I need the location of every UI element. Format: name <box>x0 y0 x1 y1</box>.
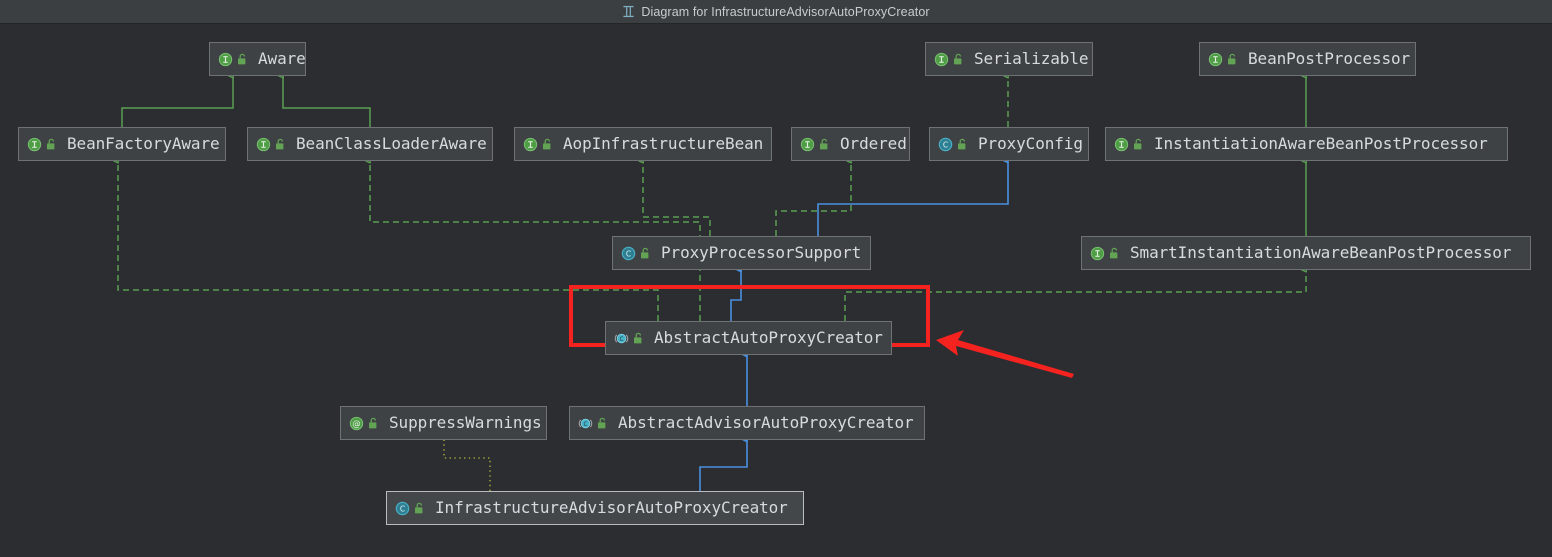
abstract-class-icon: C <box>578 416 593 431</box>
node-smartinstantiationawarebeanpostprocessor[interactable]: SmartInstantiationAwareBeanPostProcessor <box>1081 236 1531 270</box>
svg-text:C: C <box>400 504 405 513</box>
interface-icon <box>1114 137 1129 152</box>
svg-text:C: C <box>583 422 587 428</box>
node-abstractautoproxycreator[interactable]: C AbstractAutoProxyCreator <box>605 321 892 355</box>
public-lock-icon <box>596 417 608 430</box>
node-beanfactoryaware[interactable]: BeanFactoryAware <box>18 127 226 161</box>
edge-beanclassloaderaware-to-aware <box>283 73 371 127</box>
svg-text:@: @ <box>352 418 360 428</box>
node-icons: C <box>938 137 968 152</box>
interface-icon <box>934 52 949 67</box>
class-icon: C <box>395 501 410 516</box>
node-aware[interactable]: Aware <box>209 42 306 76</box>
node-icons: C <box>578 416 608 431</box>
node-icons <box>256 137 286 152</box>
node-label: AbstractAdvisorAutoProxyCreator <box>618 413 914 432</box>
public-lock-icon <box>413 502 425 515</box>
edge-pps-to-proxyconfig <box>817 158 1009 236</box>
public-lock-icon <box>1108 247 1120 260</box>
node-icons <box>1090 246 1120 261</box>
class-icon: C <box>621 246 636 261</box>
node-proxyprocessorsupport[interactable]: C ProxyProcessorSupport <box>612 236 871 270</box>
node-serializable[interactable]: Serializable <box>925 42 1093 76</box>
interface-icon <box>27 137 42 152</box>
node-instantiationawarebeanpostprocessor[interactable]: InstantiationAwareBeanPostProcessor <box>1105 127 1508 161</box>
edge-pps-to-aopinfrastructurebean <box>643 158 711 236</box>
node-label: AbstractAutoProxyCreator <box>654 328 883 347</box>
node-icons: C <box>614 331 644 346</box>
edge-beanfactoryaware-to-aware <box>121 73 233 127</box>
public-lock-icon <box>45 138 57 151</box>
public-lock-icon <box>818 138 830 151</box>
node-proxyconfig[interactable]: C ProxyConfig <box>929 127 1089 161</box>
class-icon: C <box>938 137 953 152</box>
abstract-class-icon: C <box>614 331 629 346</box>
public-lock-icon <box>952 53 964 66</box>
svg-text:C: C <box>626 249 631 258</box>
node-label: SmartInstantiationAwareBeanPostProcessor <box>1130 243 1512 262</box>
node-icons <box>1114 137 1144 152</box>
public-lock-icon <box>541 138 553 151</box>
window-title: Diagram for InfrastructureAdvisorAutoPro… <box>641 4 930 19</box>
edge-iaapc-to-aaapc <box>699 437 748 491</box>
public-lock-icon <box>274 138 286 151</box>
public-lock-icon <box>1132 138 1144 151</box>
node-label: ProxyProcessorSupport <box>661 243 862 262</box>
node-label: BeanPostProcessor <box>1248 49 1411 68</box>
node-ordered[interactable]: Ordered <box>791 127 910 161</box>
public-lock-icon <box>632 332 644 345</box>
interface-icon <box>1208 52 1223 67</box>
interface-icon <box>218 52 233 67</box>
edge-pps-to-ordered <box>775 158 851 236</box>
node-icons <box>523 137 553 152</box>
window-titlebar: Diagram for InfrastructureAdvisorAutoPro… <box>0 0 1552 24</box>
edge-iaapc-to-suppresswarnings <box>443 437 491 491</box>
node-abstractadvisorautoproxycreator[interactable]: C AbstractAdvisorAutoProxyCreator <box>569 406 925 440</box>
node-label: Serializable <box>974 49 1089 68</box>
node-icons <box>218 52 248 67</box>
public-lock-icon <box>367 417 379 430</box>
node-label: AopInfrastructureBean <box>563 134 764 153</box>
node-label: InstantiationAwareBeanPostProcessor <box>1154 134 1488 153</box>
public-lock-icon <box>956 138 968 151</box>
node-label: ProxyConfig <box>978 134 1083 153</box>
node-icons: C <box>395 501 425 516</box>
public-lock-icon <box>639 247 651 260</box>
node-label: BeanFactoryAware <box>67 134 220 153</box>
interface-icon <box>1090 246 1105 261</box>
diagram-icon <box>622 5 635 18</box>
node-label: BeanClassLoaderAware <box>296 134 487 153</box>
diagram-canvas[interactable]: Aware (solid green) --> Aware (solid gre… <box>0 24 1552 557</box>
svg-text:C: C <box>943 140 948 149</box>
node-icons: @ <box>349 416 379 431</box>
interface-icon <box>256 137 271 152</box>
interface-icon <box>523 137 538 152</box>
red-annotation-arrow <box>936 330 1074 378</box>
annotation-icon: @ <box>349 416 364 431</box>
node-icons <box>27 137 57 152</box>
node-infrastructureadvisorautoproxycreator[interactable]: C InfrastructureAdvisorAutoProxyCreator <box>386 491 804 525</box>
svg-text:C: C <box>619 337 623 343</box>
node-icons <box>1208 52 1238 67</box>
interface-icon <box>800 137 815 152</box>
public-lock-icon <box>1226 53 1238 66</box>
node-label: SuppressWarnings <box>389 413 542 432</box>
public-lock-icon <box>236 53 248 66</box>
node-beanpostprocessor[interactable]: BeanPostProcessor <box>1199 42 1416 76</box>
node-icons: C <box>621 246 651 261</box>
node-icons <box>800 137 830 152</box>
node-icons <box>934 52 964 67</box>
node-label: InfrastructureAdvisorAutoProxyCreator <box>435 498 788 517</box>
node-label: Aware <box>258 49 306 68</box>
node-beanclassloaderaware[interactable]: BeanClassLoaderAware <box>247 127 493 161</box>
node-label: Ordered <box>840 134 907 153</box>
node-aopinfrastructurebean[interactable]: AopInfrastructureBean <box>514 127 772 161</box>
node-suppresswarnings[interactable]: @ SuppressWarnings <box>340 406 547 440</box>
